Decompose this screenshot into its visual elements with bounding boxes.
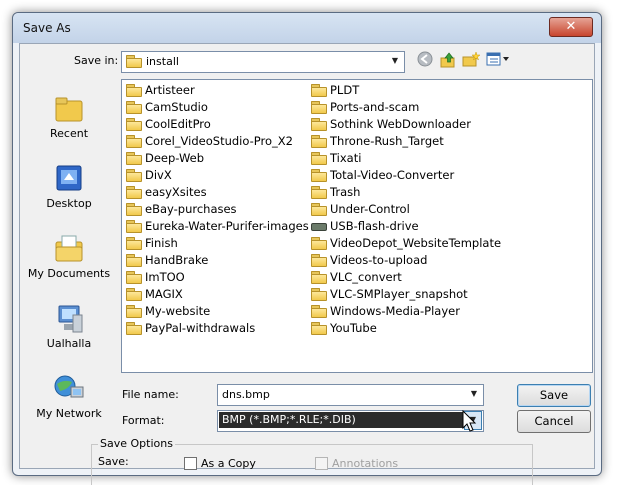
save-as-dialog: Save As ✕ Save in: install ▼ Recent Desk… <box>12 12 602 485</box>
as-a-copy-label: As a Copy <box>201 457 256 470</box>
usb-drive-icon <box>311 220 327 232</box>
file-list[interactable]: Artisteer CamStudio CoolEditPro Corel_Vi… <box>121 79 593 373</box>
folder-icon <box>126 220 142 233</box>
save-in-dropdown[interactable]: install ▼ <box>121 51 405 73</box>
my-documents-icon <box>55 235 83 262</box>
folder-icon <box>126 186 142 199</box>
folder-icon <box>126 305 142 318</box>
annotations-checkbox[interactable] <box>315 457 328 470</box>
folder-icon <box>126 118 142 131</box>
folder-icon <box>126 169 142 182</box>
folder-icon <box>311 322 327 335</box>
up-folder-icon <box>440 52 455 68</box>
computer-icon <box>58 305 83 333</box>
up-folder-button[interactable] <box>437 51 459 71</box>
close-button[interactable]: ✕ <box>549 17 593 37</box>
place-label: My Network <box>36 407 102 420</box>
folder-icon <box>311 254 327 267</box>
save-options-group <box>91 444 533 485</box>
as-a-copy-checkbox[interactable] <box>184 457 197 470</box>
window-title: Save As <box>23 21 71 35</box>
folder-icon <box>126 135 142 148</box>
place-my-documents[interactable]: My Documents <box>26 233 112 280</box>
new-folder-button[interactable] <box>460 51 482 71</box>
folder-icon <box>126 237 142 250</box>
place-my-network[interactable]: My Network <box>26 373 112 420</box>
place-label: Desktop <box>46 197 92 210</box>
chevron-down-icon[interactable]: ▼ <box>466 386 482 402</box>
folder-icon <box>126 152 142 165</box>
dialog-body: Save in: install ▼ Recent Desktop My Doc… <box>19 43 595 485</box>
desktop-icon <box>56 165 82 191</box>
mouse-cursor-icon <box>462 410 477 432</box>
place-label: Recent <box>49 127 89 140</box>
title-bar[interactable]: Save As ✕ <box>13 13 601 43</box>
new-folder-icon <box>462 51 481 67</box>
folder-icon <box>126 84 142 97</box>
format-value: BMP (*.BMP;*.RLE;*.DIB) <box>219 412 463 428</box>
views-menu-icon <box>486 52 509 66</box>
format-dropdown[interactable]: BMP (*.BMP;*.RLE;*.DIB) ▼ <box>217 410 484 432</box>
folder-icon <box>126 271 142 284</box>
place-label: Ualhalla <box>46 337 92 350</box>
folder-icon <box>126 322 142 335</box>
folder-icon <box>311 305 327 318</box>
file-name-field[interactable]: dns.bmp ▼ <box>217 384 484 406</box>
folder-icon <box>126 203 142 216</box>
folder-icon <box>126 288 142 301</box>
folder-icon <box>311 169 327 182</box>
place-label: My Documents <box>27 267 111 280</box>
save-button[interactable]: Save <box>517 384 591 407</box>
file-name-label: File name: <box>122 388 179 401</box>
network-icon <box>54 375 84 398</box>
folder-icon <box>311 203 327 216</box>
save-label: Save: <box>98 455 129 468</box>
views-menu-button[interactable] <box>485 51 513 71</box>
folder-icon <box>311 186 327 199</box>
folder-icon <box>311 237 327 250</box>
file-name-value: dns.bmp <box>222 388 270 401</box>
places-bar: Recent Desktop My Documents Ualhalla My … <box>26 79 112 439</box>
chevron-down-icon[interactable]: ▼ <box>387 53 403 69</box>
folder-icon <box>311 152 327 165</box>
folder-icon <box>311 271 327 284</box>
save-options-legend: Save Options <box>98 437 175 450</box>
folder-icon <box>311 288 327 301</box>
back-icon <box>417 51 433 67</box>
place-desktop[interactable]: Desktop <box>26 163 112 210</box>
annotations-label: Annotations <box>332 457 399 470</box>
place-recent[interactable]: Recent <box>26 93 112 140</box>
folder-icon <box>126 55 142 68</box>
save-in-label: Save in: <box>74 54 119 67</box>
back-button[interactable] <box>414 51 436 71</box>
save-in-value: install <box>146 55 179 68</box>
place-computer[interactable]: Ualhalla <box>26 303 112 350</box>
cancel-button[interactable]: Cancel <box>517 410 591 433</box>
folder-icon <box>311 135 327 148</box>
folder-icon <box>126 101 142 114</box>
recent-folder-icon <box>55 97 83 122</box>
format-label: Format: <box>122 414 165 427</box>
folder-icon <box>311 118 327 131</box>
folder-icon <box>126 254 142 267</box>
folder-icon <box>311 101 327 114</box>
folder-icon <box>311 84 327 97</box>
